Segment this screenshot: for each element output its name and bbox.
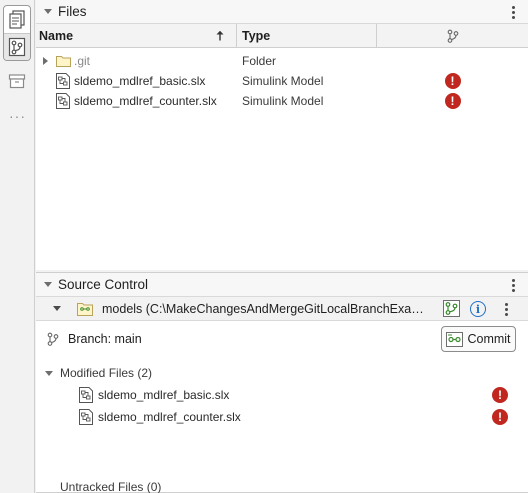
expand-row-icon[interactable] bbox=[43, 57, 48, 65]
column-header-type-label: Type bbox=[242, 29, 271, 43]
source-control-panel-title: Source Control bbox=[58, 277, 149, 292]
files-panel-menu-icon[interactable] bbox=[511, 6, 515, 19]
list-item[interactable]: sldemo_mdlref_basic.slx ! bbox=[78, 385, 518, 405]
error-icon[interactable]: ! bbox=[444, 73, 461, 89]
git-branch-icon bbox=[47, 332, 59, 346]
list-item[interactable]: sldemo_mdlref_counter.slx ! bbox=[78, 407, 518, 427]
file-name: sldemo_mdlref_basic.slx bbox=[74, 74, 206, 88]
commit-button-label: Commit bbox=[467, 332, 511, 346]
files-table-header: Name Type bbox=[36, 24, 528, 48]
modified-file-name: sldemo_mdlref_counter.slx bbox=[98, 410, 241, 424]
source-control-panel-menu-icon[interactable] bbox=[511, 279, 515, 292]
source-control-body: Branch: main Commit Modified Files (2) s… bbox=[36, 321, 528, 493]
file-type: Folder bbox=[242, 54, 277, 68]
source-control-panel-toggle[interactable] bbox=[4, 33, 30, 60]
modified-files-label: Modified Files (2) bbox=[60, 366, 153, 380]
collapse-caret-icon[interactable] bbox=[44, 282, 52, 287]
simulink-model-icon bbox=[56, 93, 70, 109]
left-rail: ··· bbox=[0, 0, 35, 493]
commit-icon bbox=[446, 331, 464, 347]
repository-bar: models (C:\MakeChangesAndMergeGitLocalBr… bbox=[36, 297, 528, 321]
source-control-panel: Source Control models (C:\MakeChangesAnd… bbox=[36, 272, 528, 493]
files-panel-toggle[interactable] bbox=[4, 6, 30, 33]
column-header-git-status[interactable] bbox=[377, 24, 528, 48]
column-header-name-label: Name bbox=[39, 29, 74, 43]
untracked-files-header[interactable]: Untracked Files (0) bbox=[60, 480, 161, 493]
error-icon[interactable]: ! bbox=[492, 409, 508, 425]
repo-collapse-caret-icon[interactable] bbox=[53, 306, 61, 311]
git-repository-icon bbox=[77, 302, 93, 316]
simulink-model-icon bbox=[79, 387, 93, 403]
commit-button[interactable]: Commit bbox=[441, 326, 516, 352]
modified-files-header[interactable]: Modified Files (2) bbox=[45, 366, 152, 380]
table-row[interactable]: sldemo_mdlref_basic.slx Simulink Model ! bbox=[36, 71, 528, 91]
source-control-icon bbox=[8, 37, 26, 57]
sort-ascending-icon bbox=[216, 30, 224, 41]
modified-file-name: sldemo_mdlref_basic.slx bbox=[98, 388, 230, 402]
branch-manager-icon[interactable] bbox=[443, 300, 460, 317]
file-name: .git bbox=[74, 54, 91, 68]
rail-toggle-group bbox=[3, 5, 31, 61]
files-panel: Files Name Type .git Folder sldemo_mdlre… bbox=[36, 0, 528, 270]
column-header-type[interactable]: Type bbox=[237, 24, 377, 48]
file-name: sldemo_mdlref_counter.slx bbox=[74, 94, 217, 108]
files-panel-title: Files bbox=[58, 4, 87, 19]
expand-section-icon bbox=[45, 370, 53, 376]
files-icon bbox=[9, 9, 25, 29]
table-row[interactable]: .git Folder bbox=[36, 51, 528, 71]
current-branch-label: Branch: main bbox=[68, 332, 142, 346]
simulink-model-icon bbox=[56, 73, 70, 89]
repository-path: models (C:\MakeChangesAndMergeGitLocalBr… bbox=[102, 301, 430, 316]
error-icon[interactable]: ! bbox=[444, 93, 461, 109]
simulink-model-icon bbox=[79, 409, 93, 425]
git-branch-icon bbox=[447, 29, 458, 43]
more-options-icon[interactable]: ··· bbox=[0, 109, 35, 123]
archive-icon bbox=[8, 74, 26, 89]
column-header-name[interactable]: Name bbox=[36, 24, 237, 48]
repository-info-icon[interactable]: i bbox=[470, 301, 486, 317]
files-table-body: .git Folder sldemo_mdlref_basic.slx Simu… bbox=[36, 48, 528, 111]
table-row[interactable]: sldemo_mdlref_counter.slx Simulink Model… bbox=[36, 91, 528, 111]
file-type: Simulink Model bbox=[242, 94, 324, 108]
file-type: Simulink Model bbox=[242, 74, 324, 88]
source-control-panel-header: Source Control bbox=[36, 273, 528, 297]
folder-icon bbox=[56, 56, 71, 67]
repository-menu-icon[interactable] bbox=[505, 303, 508, 316]
collapse-caret-icon[interactable] bbox=[44, 9, 52, 14]
archive-panel-toggle[interactable] bbox=[3, 69, 31, 93]
files-panel-header: Files bbox=[36, 0, 528, 24]
error-icon[interactable]: ! bbox=[492, 387, 508, 403]
branch-row: Branch: main bbox=[46, 332, 142, 346]
